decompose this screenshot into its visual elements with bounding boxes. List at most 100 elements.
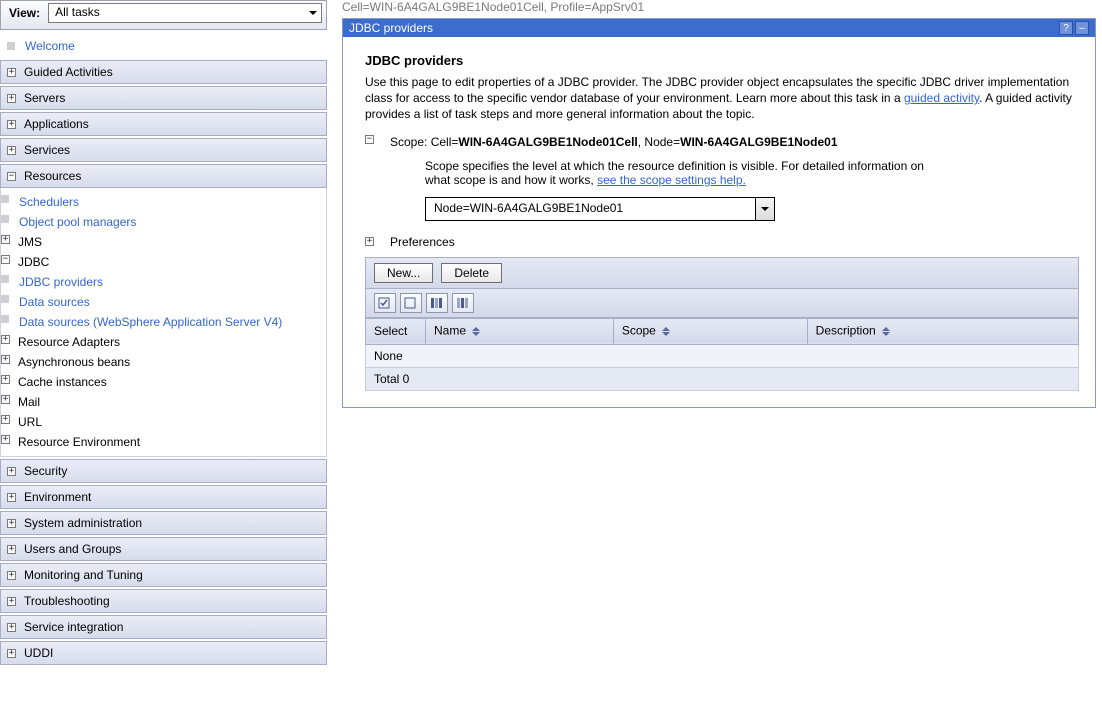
expand-icon[interactable]: [365, 237, 374, 246]
nav-label: Monitoring and Tuning: [24, 568, 143, 582]
nav-monitoring-and-tuning[interactable]: Monitoring and Tuning: [0, 563, 327, 587]
nav-label: JDBC: [18, 255, 49, 269]
nav-system-administration[interactable]: System administration: [0, 511, 327, 535]
nav-resource-adapters[interactable]: Resource Adapters: [1, 332, 326, 352]
help-icon[interactable]: ?: [1059, 21, 1073, 35]
nav-jdbc[interactable]: JDBC: [1, 252, 326, 272]
collapse-icon[interactable]: [7, 172, 16, 181]
expand-icon[interactable]: [7, 545, 16, 554]
nav-users-and-groups[interactable]: Users and Groups: [0, 537, 327, 561]
nav-schedulers[interactable]: Schedulers: [1, 192, 326, 212]
nav-label: Cache instances: [18, 375, 107, 389]
col-description[interactable]: Description: [807, 318, 1078, 344]
nav-url[interactable]: URL: [1, 412, 326, 432]
nav-uddi[interactable]: UDDI: [0, 641, 327, 665]
nav-async-beans[interactable]: Asynchronous beans: [1, 352, 326, 372]
nav-environment[interactable]: Environment: [0, 485, 327, 509]
expand-icon[interactable]: [7, 120, 16, 129]
nav-resource-environment[interactable]: Resource Environment: [1, 432, 326, 452]
expand-icon[interactable]: [7, 519, 16, 528]
expand-icon[interactable]: [1, 395, 10, 404]
view-selector-row: View: All tasks: [0, 0, 327, 30]
expand-icon[interactable]: [7, 571, 16, 580]
sort-icon[interactable]: [472, 323, 480, 340]
nav-services[interactable]: Services: [0, 138, 327, 162]
expand-icon[interactable]: [1, 435, 10, 444]
scope-select[interactable]: Node=WIN-6A4GALG9BE1Node01: [425, 197, 775, 221]
preferences-row[interactable]: Preferences: [365, 235, 1079, 249]
collapse-icon[interactable]: [1, 255, 10, 264]
expand-icon[interactable]: [7, 493, 16, 502]
nav-security[interactable]: Security: [0, 459, 327, 483]
nav-guided-activities[interactable]: Guided Activities: [0, 60, 327, 84]
panel-titlebar: JDBC providers ? –: [343, 19, 1095, 37]
nav-mail[interactable]: Mail: [1, 392, 326, 412]
nav-label: URL: [18, 415, 42, 429]
scope-select-value: Node=WIN-6A4GALG9BE1Node01: [434, 201, 623, 215]
expand-icon[interactable]: [7, 467, 16, 476]
nav-label: Environment: [24, 490, 91, 504]
nav-service-integration[interactable]: Service integration: [0, 615, 327, 639]
jdbc-providers-panel: JDBC providers ? – JDBC providers Use th…: [342, 18, 1096, 408]
scope-text: Scope: Cell=WIN-6A4GALG9BE1Node01Cell, N…: [390, 135, 838, 149]
bullet-icon: [1, 215, 9, 223]
nav-applications[interactable]: Applications: [0, 112, 327, 136]
page-heading: JDBC providers: [365, 53, 1079, 68]
expand-icon[interactable]: [7, 146, 16, 155]
new-button[interactable]: New...: [374, 263, 433, 283]
chevron-down-icon: [761, 207, 769, 215]
nav-label: Servers: [24, 91, 65, 105]
nav-label: Object pool managers: [19, 215, 136, 229]
nav-welcome[interactable]: Welcome: [0, 34, 327, 58]
action-bar: New... Delete: [365, 257, 1079, 289]
scope-row: Scope: Cell=WIN-6A4GALG9BE1Node01Cell, N…: [365, 135, 1079, 149]
minimize-icon[interactable]: –: [1075, 21, 1089, 35]
nav-jms[interactable]: JMS: [1, 232, 326, 252]
clear-filter-icon[interactable]: [452, 293, 474, 313]
view-label: View:: [9, 6, 40, 20]
nav-label: Resource Environment: [18, 435, 140, 449]
scope-help-link[interactable]: see the scope settings help.: [597, 173, 746, 187]
nav-label: Applications: [24, 117, 89, 131]
nav-label: Guided Activities: [24, 65, 113, 79]
breadcrumb: Cell=WIN-6A4GALG9BE1Node01Cell, Profile=…: [342, 0, 1096, 18]
nav-jdbc-datasources[interactable]: Data sources: [1, 292, 326, 312]
sort-icon[interactable]: [882, 323, 890, 340]
expand-icon[interactable]: [7, 649, 16, 658]
nav-servers[interactable]: Servers: [0, 86, 327, 110]
delete-button[interactable]: Delete: [441, 263, 502, 283]
expand-icon[interactable]: [7, 623, 16, 632]
sort-icon[interactable]: [662, 323, 670, 340]
expand-icon[interactable]: [7, 597, 16, 606]
nav-object-pool-managers[interactable]: Object pool managers: [1, 212, 326, 232]
expand-icon[interactable]: [1, 235, 10, 244]
nav-label: Data sources: [19, 295, 90, 309]
expand-icon[interactable]: [1, 355, 10, 364]
select-all-icon[interactable]: [374, 293, 396, 313]
table-row-none: None: [366, 344, 1079, 367]
nav-label: Service integration: [24, 620, 123, 634]
nav-cache-instances[interactable]: Cache instances: [1, 372, 326, 392]
guided-activity-link[interactable]: guided activity: [904, 91, 979, 105]
view-select[interactable]: All tasks: [48, 3, 322, 23]
expand-icon[interactable]: [1, 415, 10, 424]
nav-resources[interactable]: Resources: [0, 164, 327, 188]
deselect-all-icon[interactable]: [400, 293, 422, 313]
nav-jdbc-providers[interactable]: JDBC providers: [1, 272, 326, 292]
expand-icon[interactable]: [1, 375, 10, 384]
col-select[interactable]: Select: [366, 318, 426, 344]
nav-label: Schedulers: [19, 195, 79, 209]
expand-icon[interactable]: [7, 68, 16, 77]
nav-label: Users and Groups: [24, 542, 121, 556]
filter-icon[interactable]: [426, 293, 448, 313]
expand-icon[interactable]: [1, 335, 10, 344]
total-cell: Total 0: [366, 367, 1079, 390]
nav-troubleshooting[interactable]: Troubleshooting: [0, 589, 327, 613]
expand-icon[interactable]: [7, 94, 16, 103]
providers-table: Select Name Scope Description None Total…: [365, 318, 1079, 391]
col-name[interactable]: Name: [426, 318, 614, 344]
nav-label: Security: [24, 464, 67, 478]
collapse-icon[interactable]: [365, 135, 374, 144]
nav-jdbc-datasources-v4[interactable]: Data sources (WebSphere Application Serv…: [1, 312, 326, 332]
col-scope[interactable]: Scope: [613, 318, 807, 344]
